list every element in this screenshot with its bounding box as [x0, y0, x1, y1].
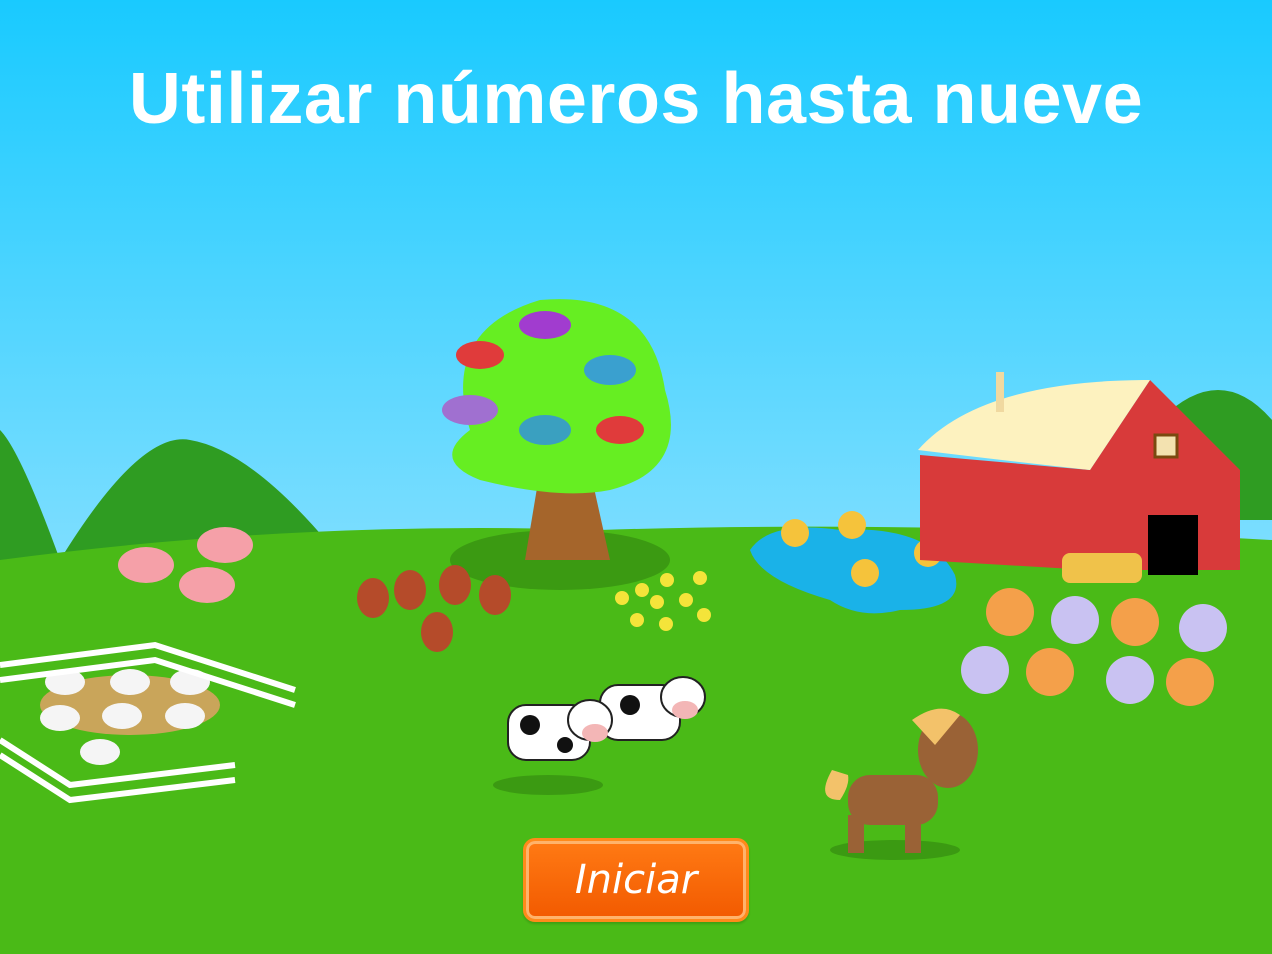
start-button[interactable]: Iniciar: [523, 838, 749, 922]
bird: [456, 341, 504, 369]
bird: [519, 415, 571, 445]
bird: [584, 355, 636, 385]
farm-scene: [0, 0, 1272, 954]
page-title: Utilizar números hasta nueve: [128, 59, 1144, 139]
bird: [442, 395, 498, 425]
bird: [519, 311, 571, 339]
bird: [596, 416, 644, 444]
